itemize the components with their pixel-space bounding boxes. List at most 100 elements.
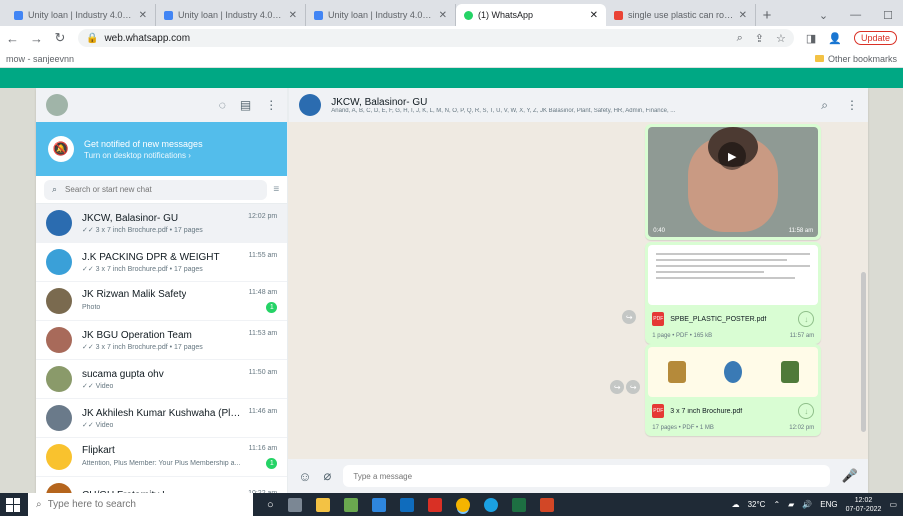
notification-banner[interactable]: 🔕 Get notified of new messages Turn on d… <box>36 122 288 176</box>
tab-close-icon[interactable]: ✕ <box>590 10 598 21</box>
menu-dots-icon[interactable]: ⋮ <box>846 98 858 113</box>
message-input[interactable] <box>343 465 830 487</box>
reload-icon[interactable]: ↻ <box>54 30 66 46</box>
mail-icon[interactable] <box>371 497 386 512</box>
minimize-icon[interactable]: — <box>850 9 861 21</box>
other-bookmarks[interactable]: Other bookmarks <box>814 54 897 64</box>
cortana-icon[interactable]: ○ <box>267 499 274 511</box>
excel-icon[interactable] <box>511 497 526 512</box>
chat-list-item[interactable]: JK Akhilesh Kumar Kushwaha (Plant) 11:46 … <box>36 399 288 438</box>
browser-tab-whatsapp[interactable]: (1) WhatsApp ✕ <box>456 4 606 26</box>
download-icon[interactable]: ↓ <box>798 311 815 327</box>
clock[interactable]: 12:02 07-07-2022 <box>846 496 882 514</box>
calculator-icon[interactable] <box>343 497 358 512</box>
chat-list-item[interactable]: JK Rizwan Malik Safety 11:48 am Photo 1 <box>36 282 288 321</box>
chat-preview: ✓✓ Video <box>82 421 114 429</box>
chat-time: 11:46 am <box>248 407 278 415</box>
chat-list-item[interactable]: J.K PACKING DPR & WEIGHT 11:55 am ✓✓ 3 x 7… <box>36 243 288 282</box>
document-preview[interactable] <box>648 347 819 397</box>
taskbar: ⌕ ○ ☁ 32°C ⌃ ▰ 🔊 ENG 12:02 07-07-2022 ▭ <box>0 493 903 516</box>
browser-tab-2[interactable]: Unity loan | Industry 4.0 solu ✕ <box>156 4 306 26</box>
forward-icon[interactable]: ↪ <box>610 380 625 394</box>
notifications-icon[interactable]: ▭ <box>889 500 897 509</box>
chat-list-item[interactable]: CU/GU Fraternity !10:22 am <box>36 477 287 493</box>
forward-icon[interactable]: ↪ <box>622 310 637 324</box>
microphone-icon[interactable]: 🎤 <box>842 468 858 484</box>
new-chat-icon[interactable]: ▤ <box>240 98 251 112</box>
forward-icon[interactable]: → <box>30 31 43 46</box>
menu-dots-icon[interactable]: ⋮ <box>265 98 277 112</box>
weather-icon[interactable]: ☁ <box>732 500 740 509</box>
sidebar-toggle-icon[interactable]: ◨ <box>806 32 816 45</box>
conversation-header[interactable]: JKCW, Balasinor- GU Anand, A, B, C, D, E… <box>288 88 868 122</box>
search-icon[interactable]: ⌕ <box>821 98 828 113</box>
document-message[interactable]: PDF SPBE_PLASTIC_POSTER.pdf ↓ 1 page • P… <box>645 242 822 344</box>
volume-icon[interactable]: 🔊 <box>802 500 812 509</box>
lock-icon[interactable]: 🔒 <box>86 33 98 44</box>
browser-tab-3[interactable]: Unity loan | Industry 4.0 solu ✕ <box>306 4 456 26</box>
emblem-icon <box>780 361 799 383</box>
share-icon[interactable]: ⇪ <box>755 32 764 45</box>
bookmark-item[interactable]: mow - sanjeevnn <box>6 54 74 64</box>
search-input[interactable] <box>65 185 260 194</box>
zoom-icon[interactable]: ⌕ <box>737 32 743 45</box>
tab-close-icon[interactable]: ✕ <box>139 10 147 21</box>
group-members: Anand, A, B, C, D, E, F, G, H, I, J, K, … <box>331 107 676 114</box>
emoji-icon[interactable]: ☺ <box>298 469 311 484</box>
document-preview[interactable] <box>648 245 819 305</box>
document-name: SPBE_PLASTIC_POSTER.pdf <box>670 315 767 323</box>
update-button[interactable]: Update <box>853 31 897 45</box>
back-icon[interactable]: ← <box>6 31 19 46</box>
document-name: 3 x 7 inch Brochure.pdf <box>670 407 743 415</box>
download-icon[interactable]: ↓ <box>798 403 815 419</box>
file-explorer-icon[interactable] <box>315 497 330 512</box>
task-view-icon[interactable] <box>287 497 302 512</box>
group-avatar[interactable] <box>299 94 322 116</box>
chat-list-item[interactable]: JKCW, Balasinor- GU 12:02 pm ✓✓ 3 x 7 inch… <box>36 204 288 243</box>
weather-temp[interactable]: 32°C <box>748 500 766 509</box>
chat-list-item[interactable]: sucama gupta ohv 11:50 am ✓✓ Video <box>36 360 288 399</box>
forward-icon[interactable]: ↪ <box>626 380 641 394</box>
edge-icon[interactable] <box>483 497 498 512</box>
maximize-icon[interactable]: ☐ <box>883 9 893 22</box>
video-thumbnail[interactable]: ▶ 0:40 11:58 am <box>648 127 819 237</box>
chat-list-item[interactable]: Flipkart 11:16 am Attention, Plus Member: … <box>36 438 288 477</box>
browser-tab-1[interactable]: Unity loan | Industry 4.0 solu ✕ <box>6 4 156 26</box>
chat-name: JKCW, Balasinor- GU <box>82 212 179 224</box>
preview-line <box>656 253 811 255</box>
chat-list-item[interactable]: JK BGU Operation Team 11:53 am ✓✓ 3 x 7 in… <box>36 321 288 360</box>
chat-avatar <box>46 249 72 275</box>
powerpoint-icon[interactable] <box>539 497 554 512</box>
tab-close-icon[interactable]: ✕ <box>289 10 297 21</box>
tab-close-icon[interactable]: ✕ <box>739 10 747 21</box>
chat-list: JKCW, Balasinor- GU 12:02 pm ✓✓ 3 x 7 inch… <box>36 204 288 493</box>
video-message[interactable]: ▶ 0:40 11:58 am <box>645 124 822 240</box>
network-icon[interactable]: ▰ <box>788 500 794 509</box>
address-bar[interactable]: 🔒 web.whatsapp.com ⌕ ⇪ ☆ <box>78 29 794 47</box>
chevron-up-icon[interactable]: ⌃ <box>773 500 780 509</box>
outlook-icon[interactable] <box>399 497 414 512</box>
chrome-icon[interactable] <box>455 497 470 512</box>
acrobat-icon[interactable] <box>427 497 442 512</box>
language-indicator[interactable]: ENG <box>820 500 837 509</box>
preview-line <box>656 265 811 267</box>
notify-link[interactable]: Turn on desktop notifications › <box>84 151 203 160</box>
bookmarks-bar: mow - sanjeevnn Other bookmarks <box>0 50 903 68</box>
attach-icon[interactable]: ⌀ <box>324 468 332 484</box>
tab-close-icon[interactable]: ✕ <box>439 10 447 21</box>
new-tab-button[interactable]: + <box>756 4 778 26</box>
clock-time: 12:02 <box>854 496 873 504</box>
taskbar-search-input[interactable] <box>47 499 218 510</box>
my-avatar[interactable] <box>46 94 68 116</box>
browser-tab-5[interactable]: single use plastic can rotate ✕ <box>606 4 756 26</box>
document-message[interactable]: PDF 3 x 7 inch Brochure.pdf ↓ 17 pages •… <box>645 344 822 436</box>
tab-search-icon[interactable]: ⌄ <box>819 9 828 22</box>
bookmark-star-icon[interactable]: ☆ <box>776 32 786 45</box>
taskbar-search[interactable]: ⌕ <box>28 493 253 516</box>
status-icon[interactable]: ◌ <box>219 98 226 112</box>
emblem-icon <box>667 361 686 383</box>
scrollbar[interactable] <box>861 272 866 432</box>
windows-start-icon[interactable] <box>6 497 20 512</box>
profile-icon[interactable]: 👤 <box>828 32 842 45</box>
filter-icon[interactable]: ≡ <box>273 184 279 195</box>
